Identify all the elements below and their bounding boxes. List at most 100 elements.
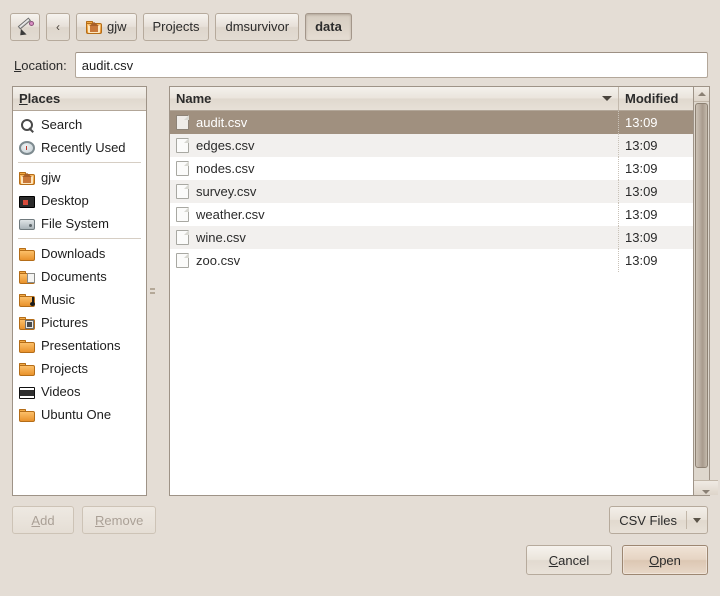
file-name-cell: edges.csv bbox=[170, 134, 619, 157]
file-list-rows[interactable]: audit.csv 13:09 edges.csv 13:09 nodes.cs… bbox=[170, 111, 693, 495]
file-name: zoo.csv bbox=[196, 253, 241, 268]
scroll-up-button[interactable] bbox=[694, 87, 709, 102]
table-row[interactable]: survey.csv 13:09 bbox=[170, 180, 693, 203]
sidebar-divider bbox=[18, 162, 141, 163]
dialog-bottom-bar: Add Remove CSV Files Cancel Open bbox=[0, 496, 720, 576]
file-list-scrollbar[interactable] bbox=[694, 86, 718, 496]
bookmark-and-filter-row: Add Remove CSV Files bbox=[12, 504, 708, 536]
dialog-action-row: Cancel Open bbox=[12, 536, 708, 576]
remove-bookmark-button[interactable]: Remove bbox=[82, 506, 157, 534]
location-input[interactable] bbox=[74, 52, 708, 78]
places-header: Places bbox=[13, 87, 146, 111]
open-label-text: pen bbox=[659, 552, 681, 568]
file-type-filter-value: CSV Files bbox=[619, 512, 677, 528]
home-folder-icon bbox=[86, 19, 102, 35]
sidebar-item-file-system[interactable]: File System bbox=[13, 212, 146, 235]
type-filename-button[interactable] bbox=[10, 12, 40, 41]
breadcrumb-label: dmsurvivor bbox=[225, 19, 290, 34]
browser-panes: Places Search Recently Used gjw Desktop … bbox=[0, 82, 720, 496]
sidebar-item-presentations[interactable]: Presentations bbox=[13, 334, 146, 357]
add-bookmark-button[interactable]: Add bbox=[12, 506, 74, 534]
sidebar-item-desktop[interactable]: Desktop bbox=[13, 189, 146, 212]
sidebar-item-music[interactable]: Music bbox=[13, 288, 146, 311]
column-header-name[interactable]: Name bbox=[170, 87, 619, 110]
file-list-pane: Name Modified audit.csv 13:09 edges.csv … bbox=[169, 86, 694, 496]
file-name-cell: zoo.csv bbox=[170, 249, 619, 272]
sidebar-item-recently-used[interactable]: Recently Used bbox=[13, 136, 146, 159]
file-modified: 13:09 bbox=[625, 207, 658, 222]
sidebar-item-label: Projects bbox=[41, 361, 88, 376]
file-list-header: Name Modified bbox=[170, 87, 693, 111]
file-icon bbox=[176, 184, 189, 199]
sidebar-item-label: Desktop bbox=[41, 193, 89, 208]
chevron-down-icon bbox=[687, 517, 707, 523]
cancel-label-text: ancel bbox=[558, 552, 590, 568]
sidebar-item-videos[interactable]: Videos bbox=[13, 380, 146, 403]
chevron-down-icon bbox=[602, 96, 612, 101]
column-header-modified[interactable]: Modified bbox=[619, 87, 693, 110]
table-row[interactable]: nodes.csv 13:09 bbox=[170, 157, 693, 180]
sidebar-item-label: Pictures bbox=[41, 315, 88, 330]
sidebar-item-ubuntu-one[interactable]: Ubuntu One bbox=[13, 403, 146, 426]
file-name-cell: wine.csv bbox=[170, 226, 619, 249]
scrollbar-track[interactable] bbox=[694, 102, 709, 480]
breadcrumb-data[interactable]: data bbox=[305, 12, 352, 41]
breadcrumb-label: Projects bbox=[152, 19, 200, 34]
location-row: Location: bbox=[0, 44, 720, 82]
sidebar-item-search[interactable]: Search bbox=[13, 113, 146, 136]
table-row[interactable]: weather.csv 13:09 bbox=[170, 203, 693, 226]
file-type-filter-combobox[interactable]: CSV Files bbox=[609, 506, 708, 534]
places-header-text: laces bbox=[27, 91, 61, 106]
sidebar-item-gjw[interactable]: gjw bbox=[13, 166, 146, 189]
open-button[interactable]: Open bbox=[622, 545, 708, 575]
pencil-icon bbox=[17, 16, 34, 38]
places-list[interactable]: Search Recently Used gjw Desktop File Sy… bbox=[13, 111, 146, 495]
breadcrumb-dmsurvivor[interactable]: dmsurvivor bbox=[215, 12, 300, 41]
file-name: edges.csv bbox=[196, 138, 255, 153]
file-name: weather.csv bbox=[196, 207, 265, 222]
sidebar-item-label: Presentations bbox=[41, 338, 121, 353]
scrollbar-thumb[interactable] bbox=[695, 103, 708, 468]
sidebar-item-label: gjw bbox=[41, 170, 61, 185]
places-header-mnemonic: P bbox=[19, 91, 28, 106]
pane-splitter[interactable] bbox=[147, 86, 158, 496]
breadcrumb-projects[interactable]: Projects bbox=[142, 12, 210, 41]
file-open-dialog: ‹ gjw Projects dmsurvivor data Location:… bbox=[0, 0, 720, 596]
remove-label-text: emove bbox=[104, 512, 144, 528]
sidebar-item-pictures[interactable]: Pictures bbox=[13, 311, 146, 334]
add-button-label: Add bbox=[31, 513, 54, 528]
open-button-label: Open bbox=[649, 553, 681, 568]
file-name: wine.csv bbox=[196, 230, 246, 245]
sidebar-item-documents[interactable]: Documents bbox=[13, 265, 146, 288]
cancel-button-label: Cancel bbox=[549, 553, 589, 568]
table-row[interactable]: zoo.csv 13:09 bbox=[170, 249, 693, 272]
table-row[interactable]: wine.csv 13:09 bbox=[170, 226, 693, 249]
table-row[interactable]: audit.csv 13:09 bbox=[170, 111, 693, 134]
add-label-text: dd bbox=[40, 512, 55, 528]
sidebar-item-label: Music bbox=[41, 292, 75, 307]
file-modified: 13:09 bbox=[625, 115, 658, 130]
monitor-icon bbox=[19, 195, 35, 208]
remove-button-label: Remove bbox=[95, 513, 143, 528]
breadcrumb-gjw[interactable]: gjw bbox=[76, 12, 137, 41]
sidebar-divider bbox=[18, 238, 141, 239]
sidebar-item-projects[interactable]: Projects bbox=[13, 357, 146, 380]
file-icon bbox=[176, 115, 189, 130]
path-bar: ‹ gjw Projects dmsurvivor data bbox=[0, 0, 720, 44]
sidebar-item-label: Videos bbox=[41, 384, 81, 399]
cancel-button[interactable]: Cancel bbox=[526, 545, 612, 575]
location-label: Location: bbox=[14, 58, 67, 73]
folder-video-icon bbox=[19, 386, 35, 399]
column-header-label: Name bbox=[176, 91, 212, 106]
file-name: audit.csv bbox=[196, 115, 248, 130]
folder-icon bbox=[19, 361, 35, 377]
path-back-button[interactable]: ‹ bbox=[46, 12, 70, 41]
table-row[interactable]: edges.csv 13:09 bbox=[170, 134, 693, 157]
sidebar-item-downloads[interactable]: Downloads bbox=[13, 242, 146, 265]
file-icon bbox=[176, 230, 189, 245]
places-pane: Places Search Recently Used gjw Desktop … bbox=[12, 86, 147, 496]
chevron-down-icon bbox=[702, 490, 710, 494]
search-icon bbox=[19, 117, 35, 133]
scroll-down-button[interactable] bbox=[694, 480, 718, 495]
file-icon bbox=[176, 253, 189, 268]
